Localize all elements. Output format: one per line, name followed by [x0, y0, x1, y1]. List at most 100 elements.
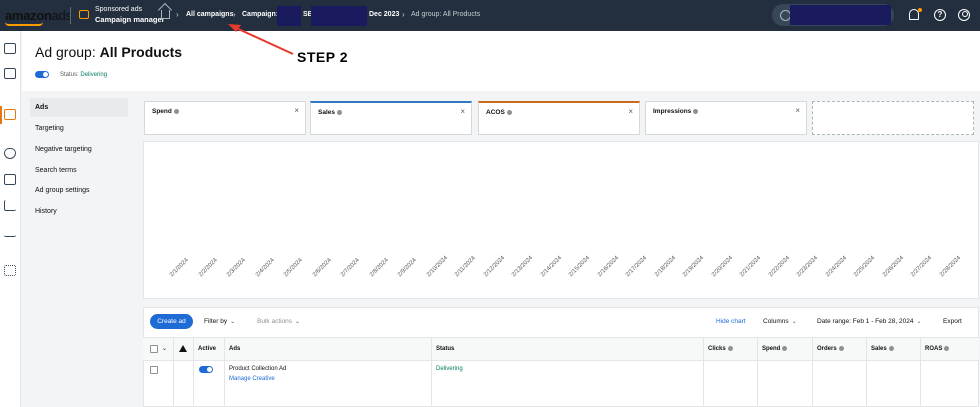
info-icon	[173, 108, 179, 114]
apps-icon[interactable]	[4, 265, 16, 276]
metric-card-spend[interactable]: Spend ×	[144, 101, 306, 135]
notification-dot	[918, 8, 922, 12]
product-subtitle: Sponsored ads	[95, 6, 143, 13]
filter-by-dropdown[interactable]: Filter by ⌄	[204, 318, 235, 325]
home-icon[interactable]	[161, 10, 170, 19]
x-axis-tick-label: 2/13/2024	[511, 255, 535, 279]
column-divider	[431, 337, 432, 407]
export-button[interactable]: Export	[943, 318, 962, 325]
add-metric-slot[interactable]	[812, 101, 974, 135]
column-divider	[920, 337, 921, 407]
close-icon[interactable]: ×	[628, 107, 633, 116]
x-axis-tick-label: 2/4/2024	[254, 257, 276, 279]
chevron-down-icon: ⌄	[295, 319, 301, 325]
campaign-icon[interactable]	[4, 109, 16, 120]
x-axis-tick-label: 2/17/2024	[625, 255, 649, 279]
help-icon[interactable]: ?	[934, 9, 946, 21]
close-icon[interactable]: ×	[795, 106, 800, 115]
column-clicks[interactable]: Clicks	[708, 346, 733, 352]
column-sales[interactable]: Sales	[871, 346, 894, 352]
chevron-down-icon: ⌄	[791, 319, 797, 325]
info-icon	[693, 108, 699, 114]
trend-icon[interactable]	[4, 200, 16, 211]
x-axis-tick-label: 2/25/2024	[853, 255, 877, 279]
redacted-block	[311, 6, 367, 26]
hide-chart-link[interactable]: Hide chart	[716, 318, 746, 325]
columns-dropdown[interactable]: Columns ⌄	[763, 318, 797, 325]
x-axis-tick-label: 2/10/2024	[425, 255, 449, 279]
column-divider	[703, 337, 704, 407]
info-icon	[944, 346, 950, 351]
breadcrumb-campaign-suffix[interactable]: Dec 2023	[369, 11, 399, 18]
column-orders[interactable]: Orders	[817, 346, 844, 352]
x-axis-tick-label: 2/22/2024	[767, 255, 791, 279]
column-spend[interactable]: Spend	[762, 346, 788, 352]
subnav-ads[interactable]: Ads	[30, 98, 128, 117]
topbar-divider	[70, 7, 71, 24]
x-axis-tick-label: 2/24/2024	[824, 255, 849, 279]
metric-card-acos[interactable]: ACOS ×	[478, 101, 640, 135]
column-active: Active	[198, 346, 217, 352]
subnav-negative-targeting[interactable]: Negative targeting	[30, 140, 128, 159]
user-icon[interactable]	[958, 9, 970, 21]
x-axis-tick-label: 2/5/2024	[283, 257, 304, 279]
media-icon[interactable]	[4, 174, 16, 185]
x-axis-tick-label: 2/2/2024	[197, 257, 219, 279]
left-rail	[0, 31, 21, 407]
select-all-checkbox[interactable]	[150, 345, 158, 353]
subnav-ad-group-settings[interactable]: Ad group settings	[30, 181, 128, 200]
grid-icon[interactable]	[4, 68, 16, 79]
x-axis-tick-label: 2/11/2024	[454, 255, 477, 279]
ad-group-status-toggle[interactable]	[35, 71, 49, 78]
breadcrumb-chevron-icon: ›	[176, 10, 179, 19]
close-icon[interactable]: ×	[294, 106, 299, 115]
x-axis-tick-label: 2/18/2024	[653, 255, 677, 279]
select-all-chevron-down-icon[interactable]: ⌄	[162, 345, 167, 352]
x-axis-tick-label: 2/1/2024	[169, 257, 190, 279]
breadcrumb-all-campaigns[interactable]: All campaigns	[186, 11, 233, 18]
metric-card-impressions[interactable]: Impressions ×	[645, 101, 807, 135]
column-divider	[224, 337, 225, 407]
column-divider	[866, 337, 867, 407]
column-roas[interactable]: ROAS	[925, 346, 950, 352]
breadcrumb-ad-group: Ad group: All Products	[411, 11, 481, 18]
briefcase-icon[interactable]	[4, 43, 16, 54]
x-axis-tick-label: 2/8/2024	[368, 257, 390, 279]
x-axis-tick-label: 2/21/2024	[739, 255, 763, 279]
status-label: Status: Delivering	[60, 72, 108, 78]
date-range-dropdown[interactable]: Date range: Feb 1 - Feb 28, 2024 ⌄	[817, 318, 922, 325]
manage-creative-link[interactable]: Manage Creative	[229, 376, 275, 382]
info-icon	[337, 109, 342, 115]
column-status[interactable]: Status	[436, 346, 454, 352]
subnav-search-terms[interactable]: Search terms	[30, 161, 128, 180]
info-icon	[838, 346, 844, 351]
amazon-ads-logo[interactable]: amazonads	[5, 8, 72, 23]
redacted-block	[277, 6, 301, 26]
x-axis-tick-label: 2/14/2024	[539, 255, 563, 279]
page-title: Ad group: All Products	[35, 44, 183, 60]
x-axis-tick-label: 2/15/2024	[568, 255, 592, 279]
column-ads[interactable]: Ads	[229, 346, 240, 352]
ad-active-toggle[interactable]	[199, 366, 213, 373]
metric-card-sales[interactable]: Sales ×	[310, 101, 472, 135]
info-icon	[782, 346, 788, 351]
campaign-manager-icon	[79, 10, 89, 19]
warning-icon	[179, 345, 187, 352]
ad-name: Product Collection Ad	[229, 366, 287, 372]
bulk-actions-dropdown[interactable]: Bulk actions ⌄	[257, 318, 300, 325]
table-header-row	[143, 337, 979, 361]
bar-chart-icon[interactable]	[4, 226, 16, 237]
create-ad-button[interactable]: Create ad	[150, 314, 193, 329]
product-title[interactable]: Campaign manager	[95, 15, 165, 24]
performance-chart: 2/1/2024 2/2/2024 2/3/2024 2/4/2024 2/5/2024…	[143, 141, 979, 299]
close-icon[interactable]: ×	[460, 107, 465, 116]
x-axis-tick-label: 2/23/2024	[796, 255, 820, 279]
x-axis-tick-label: 2/9/2024	[397, 257, 418, 279]
breadcrumb-campaign[interactable]: Campaign:	[242, 11, 278, 18]
x-axis-tick-label: 2/6/2024	[311, 257, 333, 279]
column-divider	[193, 337, 194, 407]
x-axis-tick-label: 2/28/2024	[939, 255, 963, 279]
subnav-targeting[interactable]: Targeting	[30, 119, 128, 138]
subnav-history[interactable]: History	[30, 202, 128, 221]
row-checkbox[interactable]	[150, 366, 158, 374]
